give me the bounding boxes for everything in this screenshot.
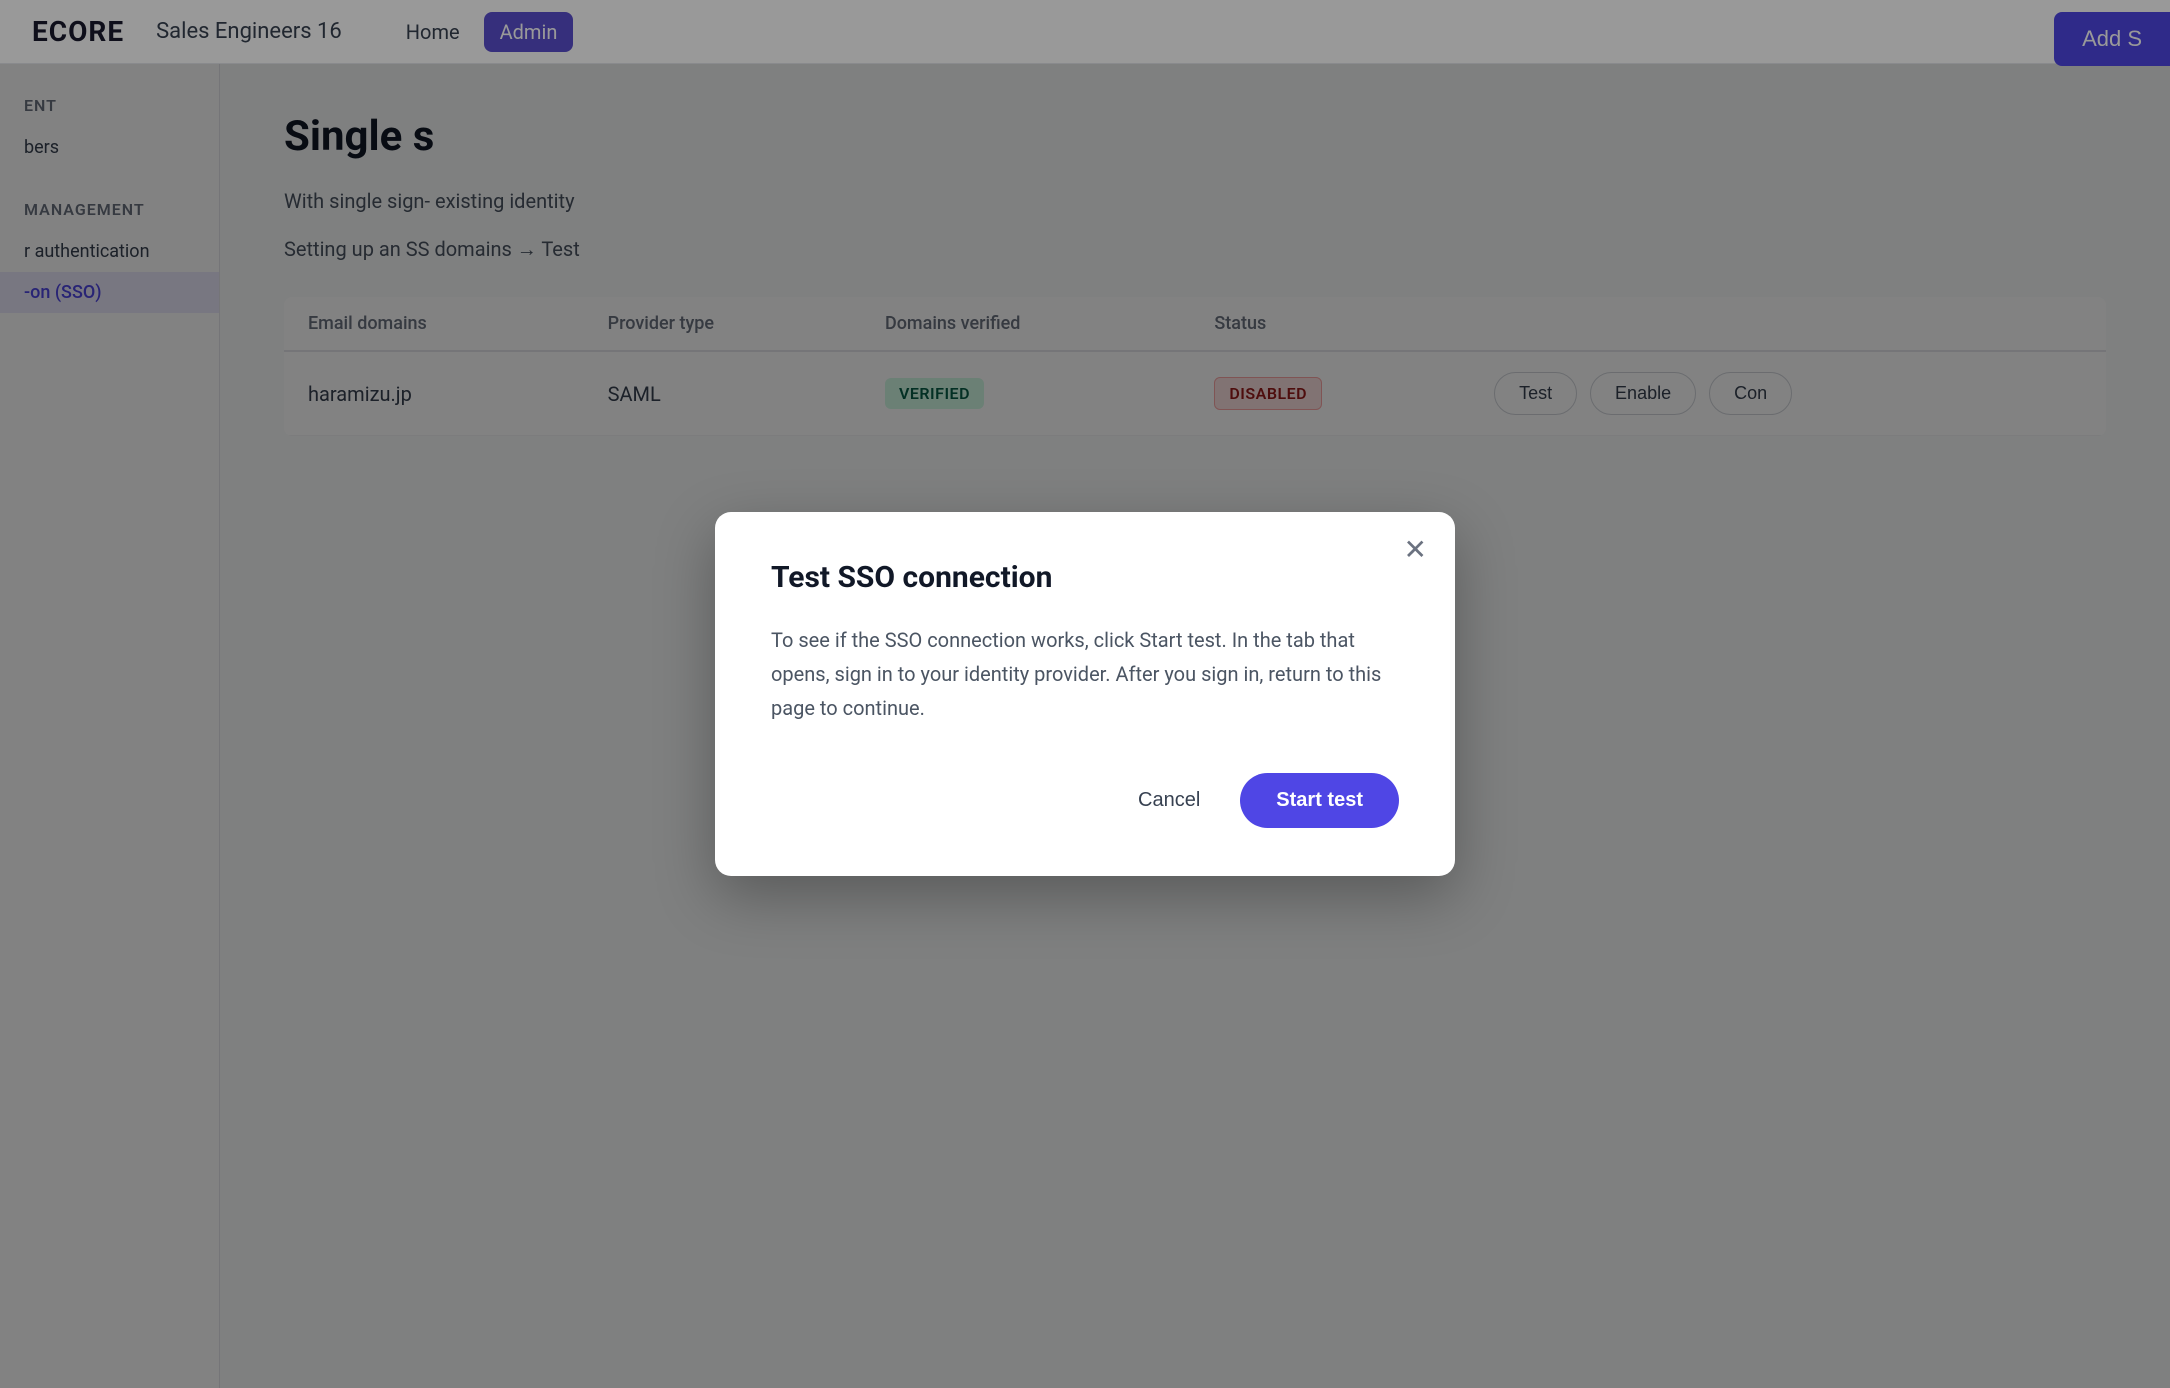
modal: ✕ Test SSO connection To see if the SSO …: [715, 512, 1455, 876]
start-test-button[interactable]: Start test: [1240, 773, 1399, 828]
modal-body: To see if the SSO connection works, clic…: [771, 623, 1399, 725]
cancel-button[interactable]: Cancel: [1114, 775, 1224, 826]
modal-actions: Cancel Start test: [771, 773, 1399, 828]
modal-overlay: ✕ Test SSO connection To see if the SSO …: [0, 0, 2170, 1388]
close-icon[interactable]: ✕: [1404, 536, 1427, 564]
modal-title: Test SSO connection: [771, 560, 1399, 595]
